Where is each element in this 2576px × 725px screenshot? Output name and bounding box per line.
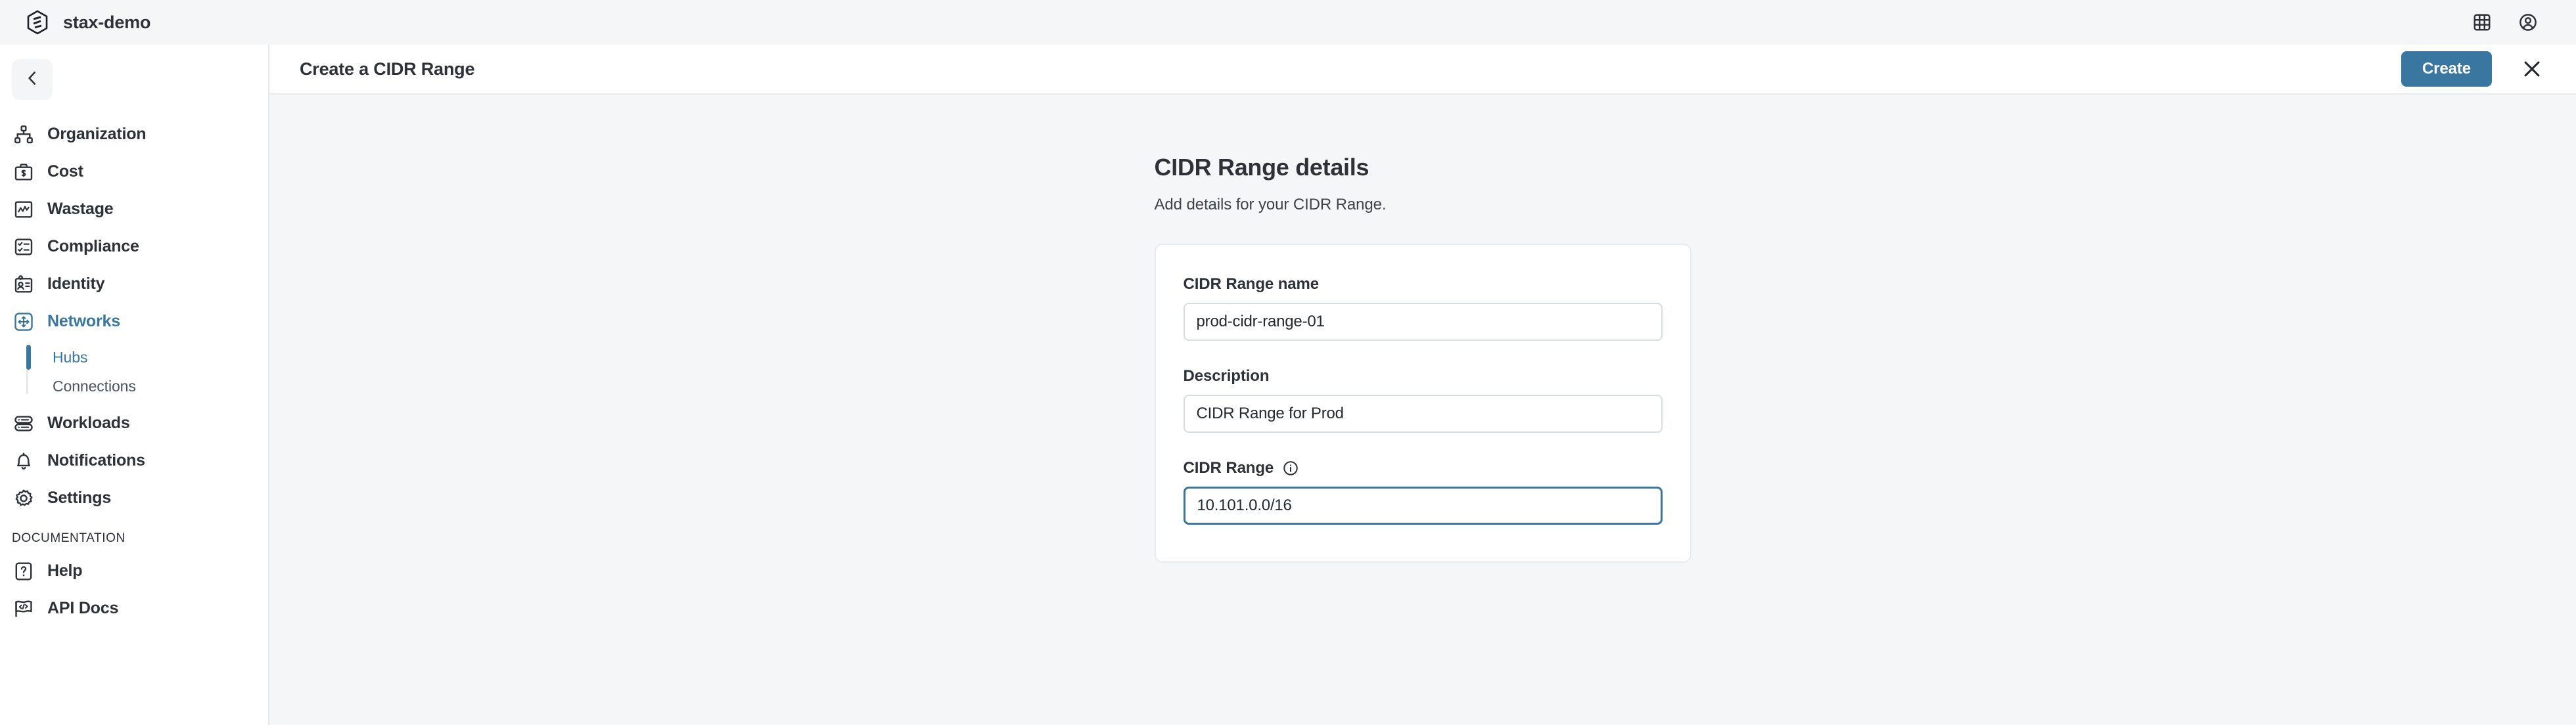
close-icon[interactable] — [2518, 55, 2546, 83]
org-chart-icon — [12, 123, 35, 146]
cidr-range-name-input[interactable] — [1183, 303, 1663, 341]
field-label-row: CIDR Range name — [1184, 275, 1663, 294]
field-label: Description — [1183, 367, 1270, 385]
field-description: Description — [1183, 367, 1663, 433]
panel-body: CIDR Range details Add details for your … — [269, 95, 2576, 725]
chevron-left-icon — [22, 68, 42, 91]
sidebar-item-help[interactable]: Help — [0, 552, 268, 590]
code-flag-icon — [12, 597, 35, 621]
sidebar-subitem-label: Connections — [53, 377, 136, 395]
id-card-icon — [12, 273, 35, 296]
sidebar-subitem-label: Hubs — [53, 348, 88, 366]
cidr-range-input[interactable] — [1183, 487, 1663, 525]
sidebar-item-label: Networks — [47, 312, 120, 330]
checklist-icon — [12, 235, 35, 259]
question-box-icon — [12, 560, 35, 583]
sidebar-item-networks[interactable]: Networks — [0, 303, 268, 340]
field-cidr-range-name: CIDR Range name — [1183, 275, 1663, 341]
sidebar: Organization Cost Wastage Compliance Ide… — [0, 45, 269, 725]
section-subheading: Add details for your CIDR Range. — [1154, 196, 1387, 213]
sidebar-nav: Organization Cost Wastage Compliance Ide… — [0, 116, 268, 627]
description-input[interactable] — [1183, 395, 1663, 433]
form-column: CIDR Range details Add details for your … — [1154, 154, 1691, 563]
sidebar-item-notifications[interactable]: Notifications — [0, 442, 268, 479]
networks-subnav: Hubs Connections — [0, 343, 268, 401]
field-label-row: CIDR Range — [1184, 459, 1663, 477]
sidebar-item-identity[interactable]: Identity — [0, 265, 268, 303]
field-cidr-range: CIDR Range — [1183, 459, 1663, 525]
create-button[interactable]: Create — [2401, 51, 2492, 87]
sidebar-item-label: Wastage — [47, 200, 114, 218]
sidebar-item-label: Workloads — [47, 414, 130, 432]
stax-hex-logo-icon — [26, 10, 49, 35]
brand-name: stax-demo — [63, 12, 151, 32]
bell-icon — [12, 449, 35, 473]
sidebar-item-label: Help — [47, 561, 83, 580]
cidr-range-form-card: CIDR Range name Description CIDR Range — [1154, 244, 1691, 563]
brand[interactable]: stax-demo — [26, 10, 150, 35]
page-title: Create a CIDR Range — [300, 58, 475, 79]
app-shell: Organization Cost Wastage Compliance Ide… — [0, 45, 2576, 725]
sidebar-item-workloads[interactable]: Workloads — [0, 405, 268, 442]
server-stack-icon — [12, 412, 35, 435]
briefcase-dollar-icon — [12, 160, 35, 184]
user-circle-icon[interactable] — [2518, 12, 2538, 32]
sidebar-item-label: Notifications — [47, 451, 145, 470]
sidebar-subitem-connections[interactable]: Connections — [21, 372, 268, 401]
network-arrows-icon — [12, 310, 35, 334]
sidebar-item-organization[interactable]: Organization — [0, 116, 268, 153]
sidebar-item-wastage[interactable]: Wastage — [0, 190, 268, 228]
gear-icon — [12, 487, 35, 510]
create-cidr-range-panel: Create a CIDR Range Create CIDR Range de… — [269, 45, 2576, 725]
top-brand-bar: stax-demo — [0, 0, 2576, 45]
sidebar-subitem-hubs[interactable]: Hubs — [21, 343, 268, 372]
field-label-row: Description — [1184, 367, 1663, 385]
sidebar-item-compliance[interactable]: Compliance — [0, 228, 268, 265]
sidebar-section-documentation: DOCUMENTATION — [12, 531, 126, 545]
field-label: CIDR Range — [1183, 459, 1274, 477]
sidebar-item-label: Compliance — [47, 237, 139, 255]
sidebar-item-label: Cost — [47, 162, 83, 181]
section-heading: CIDR Range details — [1154, 154, 1369, 181]
topbar-actions — [2472, 12, 2550, 32]
sidebar-item-api-docs[interactable]: API Docs — [0, 590, 268, 627]
chart-box-icon — [12, 198, 35, 221]
sidebar-item-label: Settings — [47, 489, 112, 507]
sidebar-collapse-button[interactable] — [12, 59, 53, 100]
sidebar-item-cost[interactable]: Cost — [0, 153, 268, 190]
sidebar-item-label: Identity — [47, 275, 105, 293]
panel-header-actions: Create — [2401, 51, 2546, 87]
info-circle-icon[interactable] — [1282, 460, 1299, 477]
sidebar-item-label: API Docs — [47, 599, 119, 617]
panel-header: Create a CIDR Range Create — [269, 45, 2576, 95]
sidebar-item-label: Organization — [47, 125, 147, 143]
grid-apps-icon[interactable] — [2472, 12, 2492, 32]
field-label: CIDR Range name — [1183, 275, 1320, 293]
sidebar-item-settings[interactable]: Settings — [0, 479, 268, 517]
